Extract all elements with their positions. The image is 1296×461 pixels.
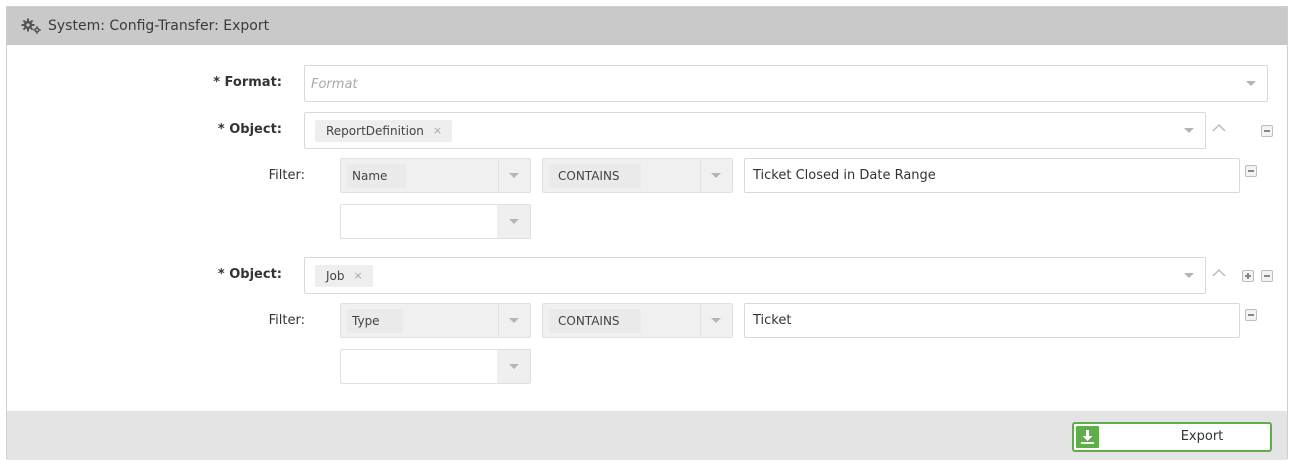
- filter-operator-select[interactable]: CONTAINS: [542, 303, 733, 338]
- object-dropdown-toggle[interactable]: [1172, 113, 1205, 148]
- object-select[interactable]: Job ×: [304, 257, 1206, 294]
- object-tag: ReportDefinition ×: [315, 120, 453, 142]
- chevron-down-icon: [508, 173, 519, 178]
- chevron-down-icon: [710, 318, 721, 323]
- filter-field-dropdown-toggle[interactable]: [497, 304, 530, 337]
- filter-operator-value: CONTAINS: [558, 169, 620, 183]
- filter-field-select[interactable]: Type: [340, 303, 531, 338]
- filter-value-input[interactable]: Ticket: [744, 303, 1240, 338]
- filter-value-input[interactable]: Ticket Closed in Date Range: [744, 158, 1240, 193]
- object-tag-label: ReportDefinition: [326, 124, 424, 138]
- chevron-down-icon: [1183, 273, 1194, 278]
- filter-add-select[interactable]: [340, 204, 531, 239]
- window-title: System: Config-Transfer: Export: [48, 18, 270, 34]
- filter-operator-value: CONTAINS: [558, 314, 620, 328]
- filter-field-value: Type: [352, 314, 380, 328]
- object-label: * Object:: [217, 267, 282, 282]
- config-transfer-panel: System: Config-Transfer: Export * Format…: [6, 6, 1288, 460]
- filter-add-select[interactable]: [340, 349, 531, 384]
- object-tag-label: Job: [326, 269, 345, 283]
- collapse-icon[interactable]: [1212, 269, 1226, 276]
- filter-value-text: Ticket Closed in Date Range: [753, 168, 936, 183]
- filter-add-dropdown-toggle[interactable]: [497, 350, 530, 383]
- chevron-down-icon: [508, 219, 519, 224]
- filter-operator-dropdown-toggle[interactable]: [699, 304, 732, 337]
- format-placeholder: Format: [311, 77, 358, 92]
- object-label: * Object:: [217, 122, 282, 137]
- add-object-button[interactable]: [1242, 270, 1254, 282]
- object-dropdown-toggle[interactable]: [1172, 258, 1205, 293]
- chevron-down-icon: [508, 318, 519, 323]
- export-button[interactable]: Export: [1072, 422, 1272, 452]
- object-select[interactable]: ReportDefinition ×: [304, 112, 1206, 149]
- gears-icon: [21, 17, 43, 35]
- tag-remove-icon[interactable]: ×: [354, 265, 363, 287]
- remove-filter-button[interactable]: [1245, 165, 1257, 177]
- chevron-down-icon: [710, 173, 721, 178]
- format-label: * Format:: [213, 75, 282, 90]
- chevron-down-icon: [508, 364, 519, 369]
- remove-object-button[interactable]: [1261, 125, 1273, 137]
- filter-field-value: Name: [352, 169, 388, 183]
- chevron-down-icon: [1245, 81, 1256, 86]
- chevron-down-icon: [1183, 128, 1194, 133]
- filter-operator-dropdown-toggle[interactable]: [699, 159, 732, 192]
- filter-field-select[interactable]: Name: [340, 158, 531, 193]
- format-dropdown-toggle[interactable]: [1234, 66, 1267, 101]
- object-tag: Job ×: [315, 265, 373, 287]
- filter-value-text: Ticket: [753, 313, 792, 328]
- tag-remove-icon[interactable]: ×: [433, 120, 442, 142]
- remove-object-button[interactable]: [1261, 270, 1273, 282]
- collapse-icon[interactable]: [1212, 124, 1226, 131]
- filter-label: Filter:: [268, 168, 305, 183]
- download-icon: [1076, 426, 1099, 448]
- filter-field-dropdown-toggle[interactable]: [497, 159, 530, 192]
- export-button-label: Export: [1180, 429, 1224, 444]
- format-select[interactable]: Format: [304, 65, 1268, 102]
- title-bar: System: Config-Transfer: Export: [7, 7, 1287, 45]
- filter-operator-select[interactable]: CONTAINS: [542, 158, 733, 193]
- filter-label: Filter:: [268, 313, 305, 328]
- filter-add-dropdown-toggle[interactable]: [497, 205, 530, 238]
- remove-filter-button[interactable]: [1245, 309, 1257, 321]
